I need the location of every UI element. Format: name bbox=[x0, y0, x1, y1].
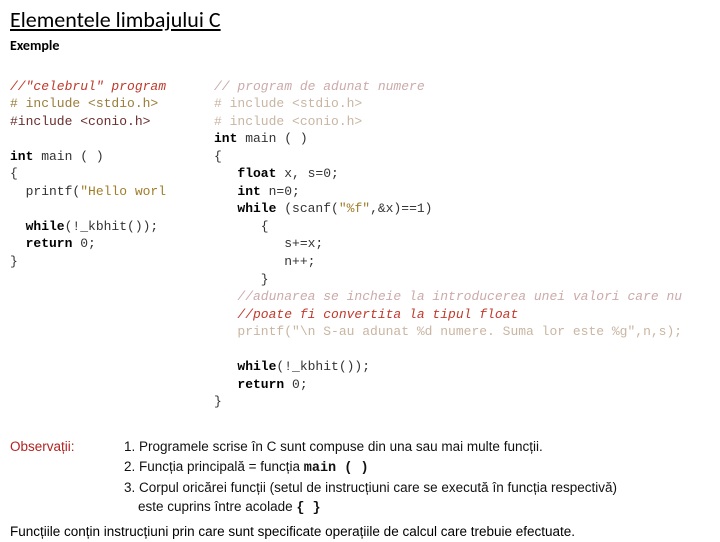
observation-item-cont: este cuprins între acolade { } bbox=[124, 498, 617, 518]
code-token: "Hello worl bbox=[80, 184, 166, 199]
code-token: return bbox=[214, 377, 284, 392]
code-token: 0; bbox=[72, 236, 95, 251]
code-line: } bbox=[214, 272, 269, 287]
code-line: // program de adunat numere bbox=[214, 79, 425, 94]
code-line: # include <stdio.h> bbox=[10, 96, 158, 111]
list-number: 3. bbox=[124, 480, 135, 495]
list-number: 1. bbox=[124, 439, 135, 454]
code-token: printf( bbox=[10, 184, 80, 199]
list-text: este cuprins între acolade bbox=[138, 499, 296, 514]
code-token: main ( ) bbox=[237, 131, 307, 146]
code-snippet: { } bbox=[296, 501, 320, 516]
observations-block: Observații: 1. Programele scrise în C su… bbox=[10, 438, 710, 541]
code-token: n=0; bbox=[261, 184, 300, 199]
code-token: while bbox=[10, 219, 65, 234]
code-line: # include <conio.h> bbox=[214, 114, 362, 129]
code-line: } bbox=[10, 254, 18, 269]
list-number: 2. bbox=[124, 459, 135, 474]
code-line: { bbox=[10, 166, 18, 181]
code-example-right: // program de adunat numere # include <s… bbox=[214, 60, 710, 428]
code-token: while bbox=[214, 201, 276, 216]
code-token: int bbox=[10, 149, 33, 164]
code-token: printf( bbox=[214, 324, 292, 339]
observation-item: 1. Programele scrise în C sunt compuse d… bbox=[124, 438, 617, 456]
code-line: n++; bbox=[214, 254, 315, 269]
code-token: ,n,s); bbox=[635, 324, 682, 339]
code-line: //adunarea se incheie la introducerea un… bbox=[214, 289, 682, 304]
list-text: Corpul oricărei funcții (setul de instru… bbox=[139, 480, 617, 495]
code-token: int bbox=[214, 184, 261, 199]
code-token: int bbox=[214, 131, 237, 146]
code-line: { bbox=[214, 219, 269, 234]
code-token: (scanf( bbox=[276, 201, 338, 216]
code-token: 0; bbox=[284, 377, 307, 392]
code-token: "%f" bbox=[339, 201, 370, 216]
observations-label: Observații: bbox=[10, 438, 96, 519]
list-text: Programele scrise în C sunt compuse din … bbox=[139, 439, 543, 454]
code-snippet: main ( ) bbox=[304, 461, 369, 476]
code-line: # include <stdio.h> bbox=[214, 96, 362, 111]
code-example-left: //"celebrul" program # include <stdio.h>… bbox=[10, 60, 210, 428]
code-token: main ( ) bbox=[33, 149, 103, 164]
observation-item: 3. Corpul oricărei funcții (setul de ins… bbox=[124, 479, 617, 497]
observations-list: 1. Programele scrise în C sunt compuse d… bbox=[124, 438, 617, 519]
code-token: while bbox=[214, 359, 276, 374]
code-token: "\n S-au adunat %d numere. Suma lor este… bbox=[292, 324, 635, 339]
list-text: Funcția principală = funcția bbox=[139, 459, 304, 474]
code-examples: //"celebrul" program # include <stdio.h>… bbox=[10, 60, 710, 428]
code-line: //"celebrul" program bbox=[10, 79, 166, 94]
code-line: s+=x; bbox=[214, 236, 323, 251]
code-token: (!_kbhit()); bbox=[65, 219, 159, 234]
code-token: (!_kbhit()); bbox=[276, 359, 370, 374]
observation-item: 2. Funcția principală = funcția main ( ) bbox=[124, 458, 617, 478]
page-title: Elementele limbajului C bbox=[10, 6, 710, 33]
code-line: { bbox=[214, 149, 222, 164]
code-line: #include <conio.h> bbox=[10, 114, 150, 129]
code-token: x, s=0; bbox=[276, 166, 338, 181]
code-token: float bbox=[214, 166, 276, 181]
subtitle: Exemple bbox=[10, 37, 710, 54]
code-line: //poate fi convertita la tipul float bbox=[214, 307, 518, 322]
code-line: } bbox=[214, 394, 222, 409]
code-token: ,&x)==1) bbox=[370, 201, 432, 216]
code-token: return bbox=[10, 236, 72, 251]
final-statement: Funcțiile conțin instrucțiuni prin care … bbox=[10, 523, 710, 541]
